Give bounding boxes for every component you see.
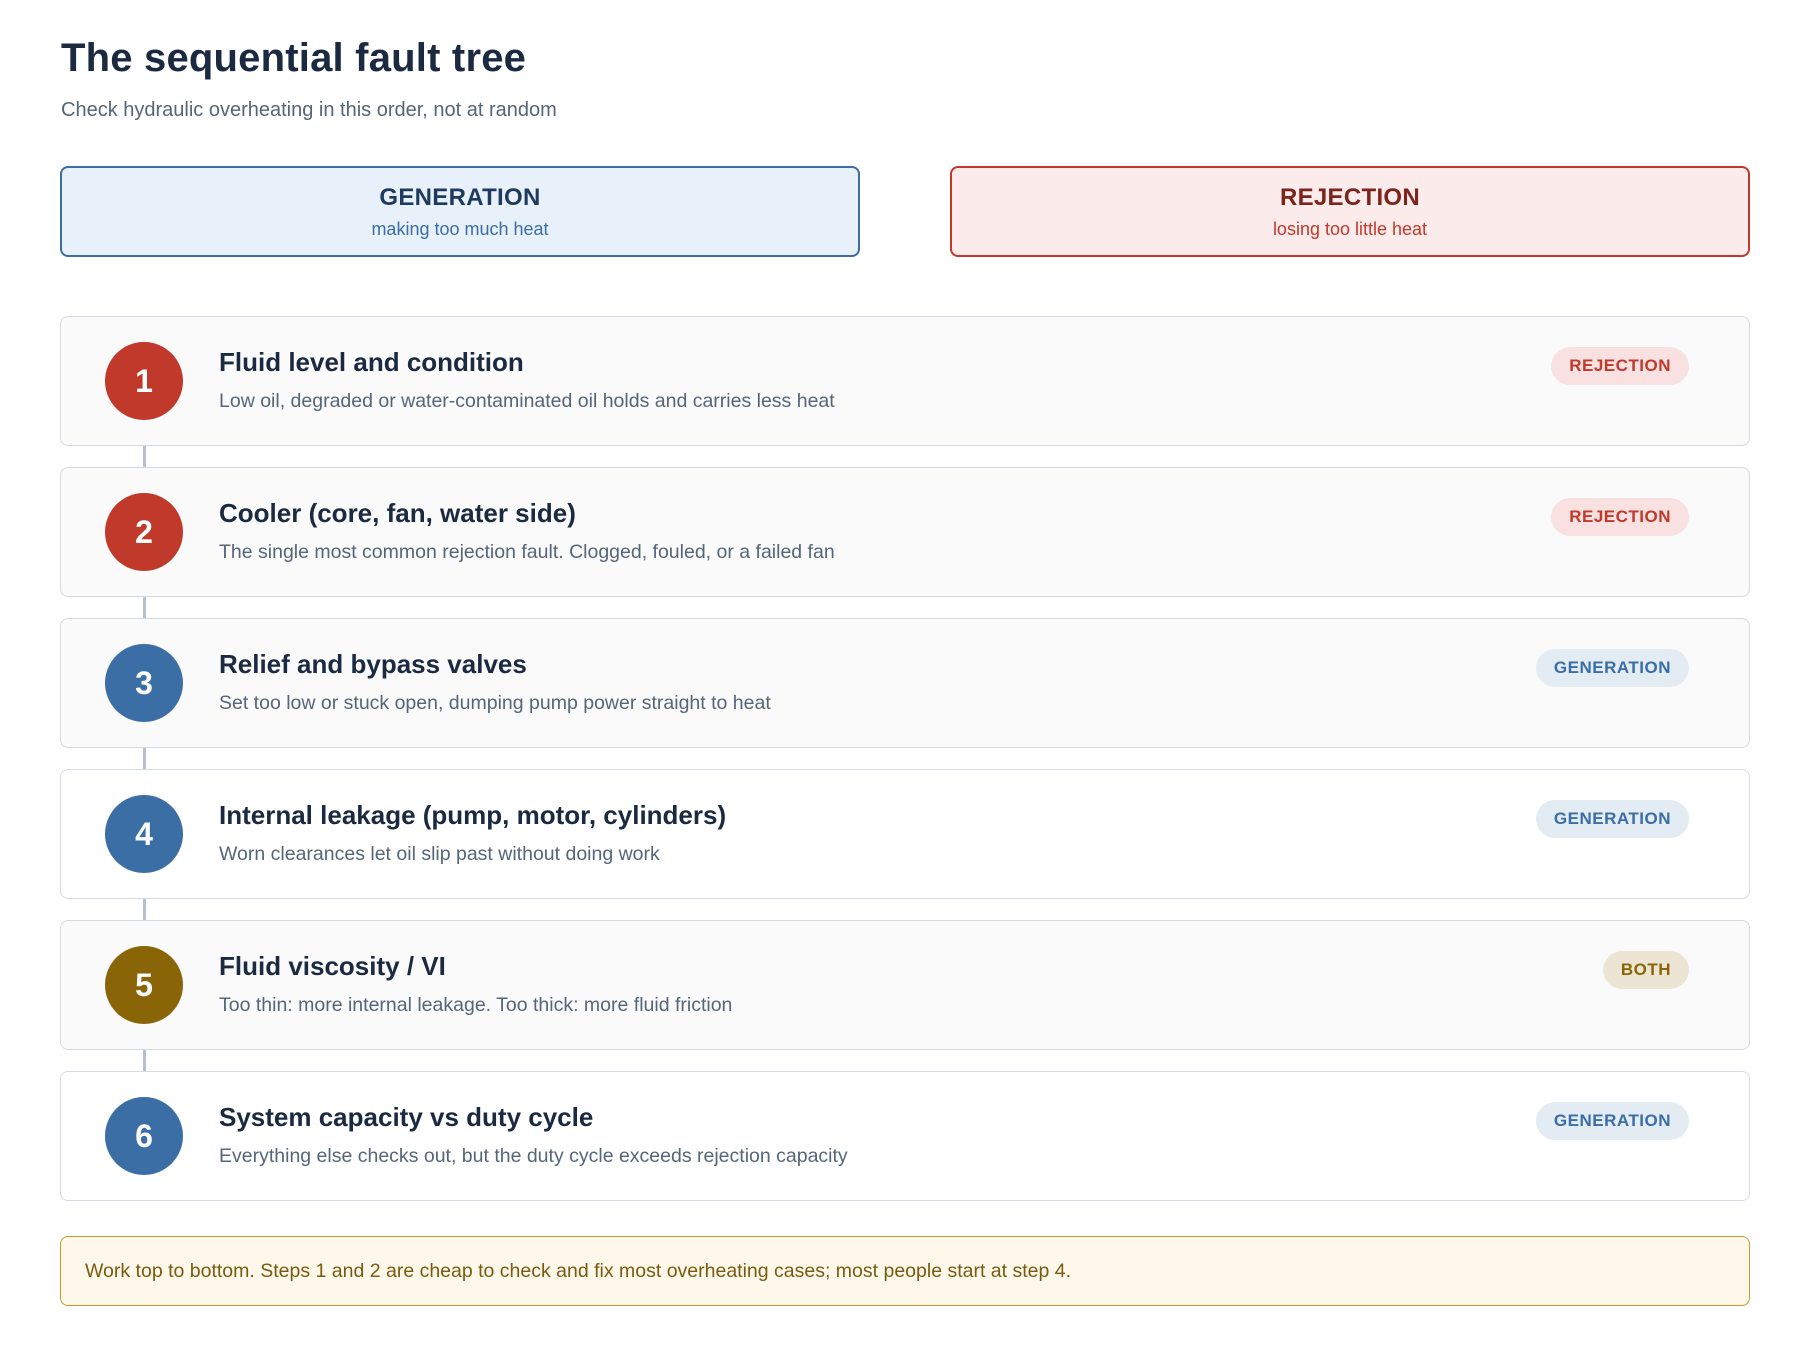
fault-tree-page: The sequential fault tree Check hydrauli… <box>0 0 1800 1350</box>
step-card-4: 4 Internal leakage (pump, motor, cylinde… <box>60 769 1750 899</box>
category-badge: GENERATION <box>1535 800 1689 838</box>
legend-rejection-title: REJECTION <box>1279 184 1421 211</box>
step-description: Worn clearances let oil slip past withou… <box>219 843 660 865</box>
legend-generation: GENERATION making too much heat <box>60 166 860 257</box>
step-description: Set too low or stuck open, dumping pump … <box>219 692 771 714</box>
step-card-2: 2 Cooler (core, fan, water side) The sin… <box>60 467 1750 597</box>
step-description: Too thin: more internal leakage. Too thi… <box>219 994 733 1016</box>
step-number-badge: 4 <box>105 795 183 873</box>
legend-generation-subtitle: making too much heat <box>371 219 549 239</box>
page-title: The sequential fault tree <box>61 36 527 80</box>
step-title: Fluid viscosity / VI <box>219 951 446 981</box>
category-badge: GENERATION <box>1535 1102 1689 1140</box>
step-card-3: 3 Relief and bypass valves Set too low o… <box>60 618 1750 748</box>
page-subtitle: Check hydraulic overheating in this orde… <box>61 99 557 121</box>
step-connector <box>143 1050 146 1072</box>
category-badge: BOTH <box>1602 951 1689 989</box>
step-number-badge: 1 <box>105 342 183 420</box>
step-title: Fluid level and condition <box>219 347 524 377</box>
category-badge: GENERATION <box>1535 649 1689 687</box>
step-card-6: 6 System capacity vs duty cycle Everythi… <box>60 1071 1750 1201</box>
step-number-badge: 3 <box>105 644 183 722</box>
step-connector <box>143 446 146 468</box>
step-title: Cooler (core, fan, water side) <box>219 498 576 528</box>
step-connector <box>143 597 146 619</box>
step-connector <box>143 899 146 921</box>
step-description: Low oil, degraded or water-contaminated … <box>219 390 835 412</box>
step-title: Internal leakage (pump, motor, cylinders… <box>219 800 727 830</box>
legend-generation-title: GENERATION <box>379 184 541 211</box>
step-card-1: 1 Fluid level and condition Low oil, deg… <box>60 316 1750 446</box>
step-title: Relief and bypass valves <box>219 649 527 679</box>
step-number-badge: 2 <box>105 493 183 571</box>
category-badge: REJECTION <box>1551 347 1689 385</box>
step-card-5: 5 Fluid viscosity / VI Too thin: more in… <box>60 920 1750 1050</box>
step-title: System capacity vs duty cycle <box>219 1102 594 1132</box>
category-badge: REJECTION <box>1551 498 1689 536</box>
legend-rejection-subtitle: losing too little heat <box>1272 219 1428 239</box>
step-number-badge: 6 <box>105 1097 183 1175</box>
step-number-badge: 5 <box>105 946 183 1024</box>
step-connector <box>143 748 146 770</box>
legend-rejection: REJECTION losing too little heat <box>950 166 1750 257</box>
guidance-note: Work top to bottom. Steps 1 and 2 are ch… <box>60 1236 1750 1306</box>
step-description: The single most common rejection fault. … <box>219 541 835 563</box>
step-description: Everything else checks out, but the duty… <box>219 1145 848 1167</box>
